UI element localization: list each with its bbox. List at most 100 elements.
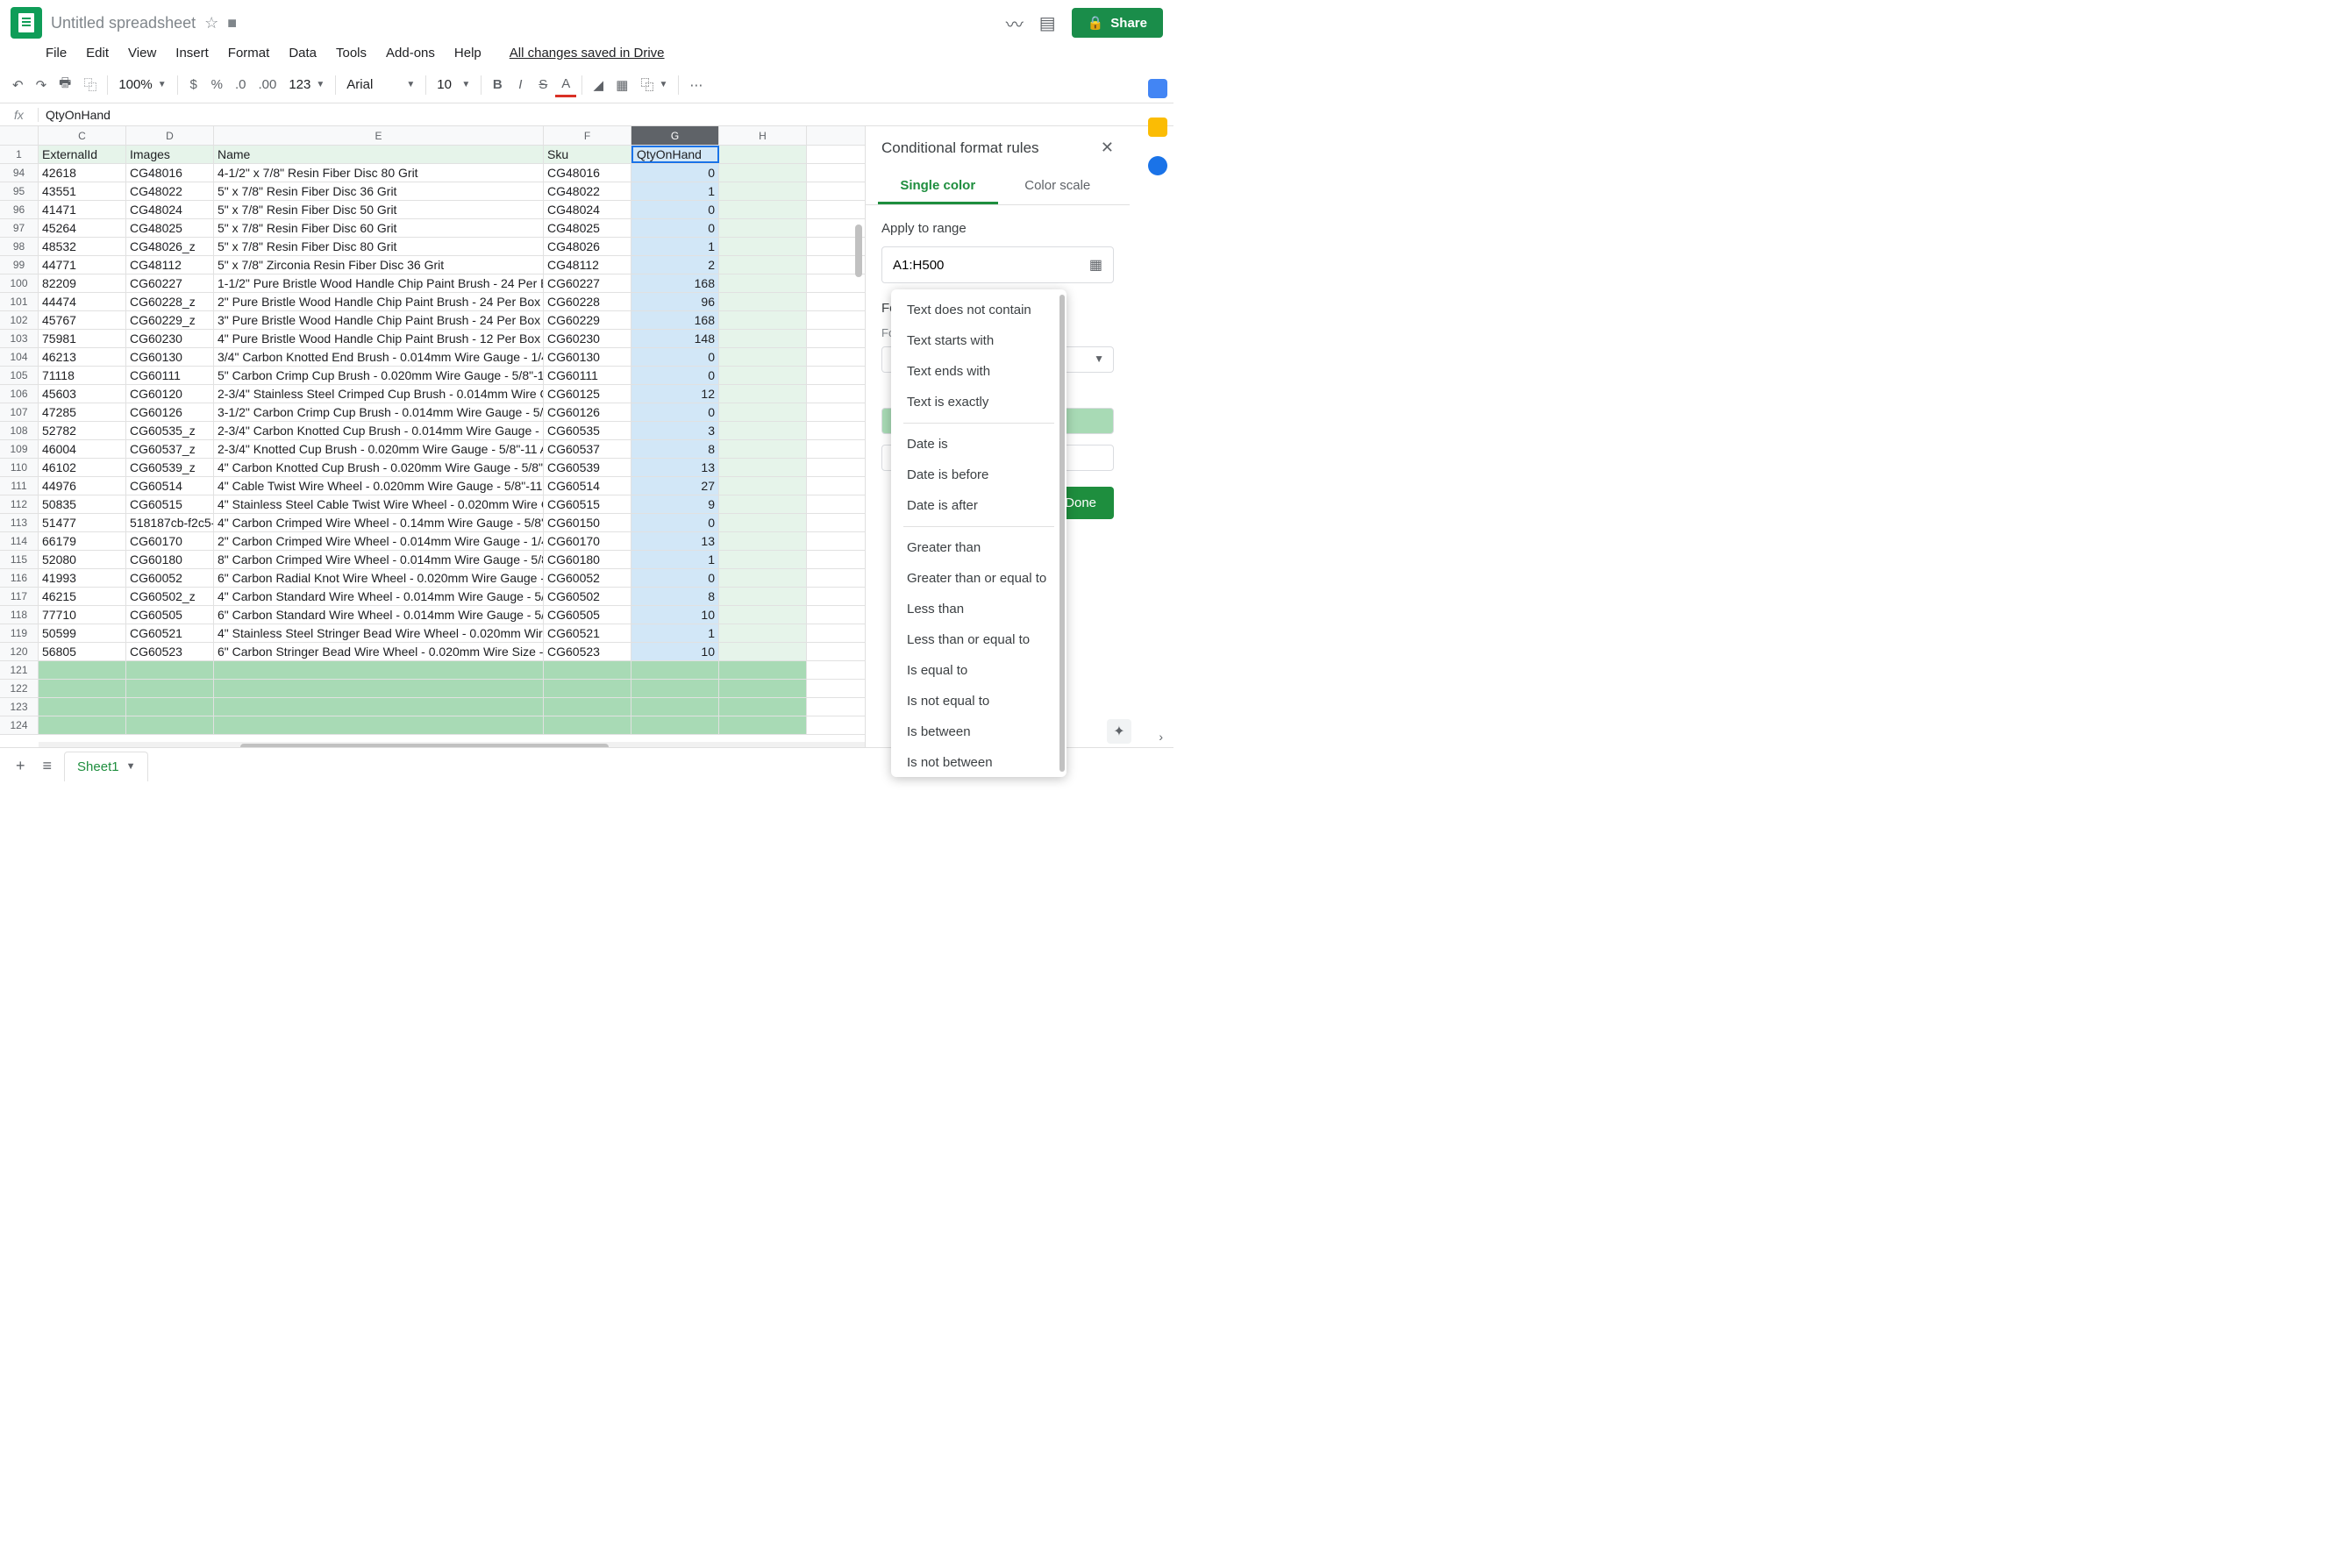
cell[interactable] <box>544 661 631 679</box>
dropdown-option[interactable]: Text does not contain <box>891 295 1066 325</box>
cell[interactable] <box>719 459 807 476</box>
range-input-wrap[interactable]: ▦ <box>881 246 1114 283</box>
cell[interactable]: CG60535 <box>544 422 631 439</box>
cell[interactable]: CG60502 <box>544 588 631 605</box>
cell[interactable]: CG60502_z <box>126 588 214 605</box>
comment-icon[interactable]: ▤ <box>1039 12 1056 34</box>
row-header[interactable]: 116 <box>0 569 39 587</box>
cell[interactable]: 42618 <box>39 164 126 182</box>
cell[interactable] <box>719 274 807 292</box>
cell[interactable]: 2 <box>631 256 719 274</box>
cell[interactable]: 168 <box>631 274 719 292</box>
close-icon[interactable]: ✕ <box>1101 139 1114 157</box>
row-header[interactable]: 112 <box>0 495 39 513</box>
cell[interactable]: CG60514 <box>544 477 631 495</box>
cell[interactable]: CG60521 <box>544 624 631 642</box>
cell[interactable]: 4" Stainless Steel Cable Twist Wire Whee… <box>214 495 544 513</box>
row-header[interactable]: 96 <box>0 201 39 218</box>
cell[interactable] <box>631 661 719 679</box>
cell[interactable]: CG60227 <box>126 274 214 292</box>
cell[interactable]: 52782 <box>39 422 126 439</box>
undo-button[interactable]: ↶ <box>7 74 29 96</box>
cell[interactable]: 0 <box>631 514 719 531</box>
menu-format[interactable]: Format <box>221 42 277 64</box>
cell[interactable]: CG60150 <box>544 514 631 531</box>
print-button[interactable]: 🖶 <box>54 70 76 99</box>
cell[interactable]: CG48026 <box>544 238 631 255</box>
cell[interactable]: 47285 <box>39 403 126 421</box>
cell[interactable]: CG60130 <box>544 348 631 366</box>
redo-button[interactable]: ↷ <box>31 74 53 96</box>
cell[interactable] <box>719 330 807 347</box>
row-header[interactable]: 122 <box>0 680 39 697</box>
header-cell[interactable]: Sku <box>544 146 631 163</box>
cell[interactable]: CG60537_z <box>126 440 214 458</box>
cell[interactable]: CG60523 <box>126 643 214 660</box>
cell[interactable]: 10 <box>631 606 719 624</box>
cell[interactable] <box>719 293 807 310</box>
keep-icon[interactable] <box>1148 118 1167 137</box>
cell[interactable] <box>39 680 126 697</box>
cell[interactable]: 5" Carbon Crimp Cup Brush - 0.020mm Wire… <box>214 367 544 384</box>
cell[interactable]: 8 <box>631 440 719 458</box>
cell[interactable]: 13 <box>631 459 719 476</box>
borders-button[interactable]: ▦ <box>610 74 633 96</box>
cell[interactable]: 1 <box>631 551 719 568</box>
cell[interactable]: CG48016 <box>126 164 214 182</box>
dropdown-scrollbar[interactable] <box>1059 295 1065 772</box>
calendar-icon[interactable] <box>1148 79 1167 98</box>
percent-button[interactable]: % <box>206 74 228 96</box>
merge-button[interactable]: ⿻▼ <box>635 75 673 94</box>
dropdown-option[interactable]: Is not between <box>891 747 1066 777</box>
cell[interactable] <box>719 661 807 679</box>
row-header[interactable]: 100 <box>0 274 39 292</box>
cell[interactable]: 4" Stainless Steel Stringer Bead Wire Wh… <box>214 624 544 642</box>
col-header-C[interactable]: C <box>39 126 126 145</box>
cell[interactable]: CG60120 <box>126 385 214 403</box>
cell[interactable] <box>126 698 214 716</box>
cell[interactable]: CG60228_z <box>126 293 214 310</box>
tasks-icon[interactable] <box>1148 156 1167 175</box>
cell[interactable]: CG60052 <box>544 569 631 587</box>
cell[interactable]: CG48024 <box>544 201 631 218</box>
cell[interactable] <box>719 238 807 255</box>
row-header[interactable]: 98 <box>0 238 39 255</box>
cell[interactable]: CG60111 <box>126 367 214 384</box>
cell[interactable] <box>214 698 544 716</box>
cell[interactable]: 168 <box>631 311 719 329</box>
cell[interactable] <box>719 532 807 550</box>
cell[interactable]: CG60537 <box>544 440 631 458</box>
cell[interactable]: 6" Carbon Radial Knot Wire Wheel - 0.020… <box>214 569 544 587</box>
menu-edit[interactable]: Edit <box>79 42 116 64</box>
cell[interactable] <box>126 680 214 697</box>
row-header[interactable]: 117 <box>0 588 39 605</box>
menu-insert[interactable]: Insert <box>168 42 216 64</box>
dropdown-option[interactable]: Text is exactly <box>891 387 1066 417</box>
cell[interactable] <box>39 661 126 679</box>
fill-color-button[interactable]: ◢ <box>588 74 609 96</box>
row-header[interactable]: 107 <box>0 403 39 421</box>
drive-status[interactable]: All changes saved in Drive <box>503 42 672 64</box>
select-range-icon[interactable]: ▦ <box>1089 256 1102 274</box>
cell[interactable]: CG60505 <box>126 606 214 624</box>
menu-view[interactable]: View <box>121 42 163 64</box>
currency-button[interactable]: $ <box>183 74 204 96</box>
cell[interactable]: 1 <box>631 238 719 255</box>
dropdown-option[interactable]: Date is before <box>891 460 1066 490</box>
cell[interactable]: 9 <box>631 495 719 513</box>
range-input[interactable] <box>893 258 1089 273</box>
cell[interactable]: CG60180 <box>544 551 631 568</box>
cell[interactable]: 96 <box>631 293 719 310</box>
cell[interactable] <box>719 422 807 439</box>
cell[interactable]: CG60539 <box>544 459 631 476</box>
cell[interactable]: 12 <box>631 385 719 403</box>
more-button[interactable]: ⋯ <box>684 74 708 96</box>
row-header[interactable]: 101 <box>0 293 39 310</box>
menu-tools[interactable]: Tools <box>329 42 374 64</box>
cell[interactable]: 0 <box>631 569 719 587</box>
cell[interactable]: CG48026_z <box>126 238 214 255</box>
cell[interactable]: 2" Pure Bristle Wood Handle Chip Paint B… <box>214 293 544 310</box>
cell[interactable]: 3" Pure Bristle Wood Handle Chip Paint B… <box>214 311 544 329</box>
cell[interactable]: 1 <box>631 182 719 200</box>
cell[interactable]: 50599 <box>39 624 126 642</box>
